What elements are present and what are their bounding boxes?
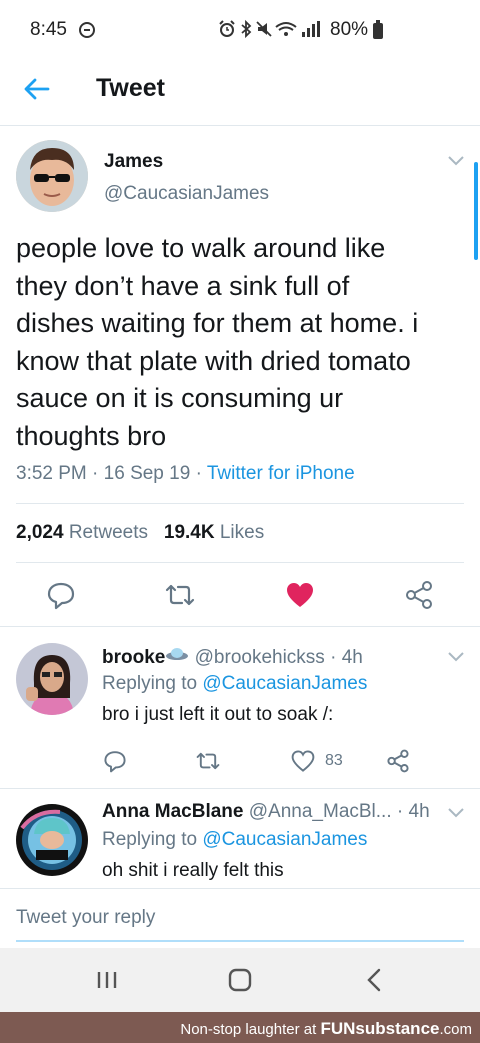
compose-underline — [16, 940, 464, 942]
reply-compose-input[interactable]: Tweet your reply — [16, 907, 155, 929]
system-back-button[interactable] — [357, 962, 393, 998]
home-icon — [228, 968, 252, 992]
tweet-timestamp: 3:52 PM · 16 Sep 19 · Twitter for iPhone — [16, 463, 355, 485]
tweet-stats: 2,024 Retweets 19.4K Likes — [16, 522, 264, 544]
back-chevron-icon — [367, 968, 381, 992]
divider — [16, 503, 464, 504]
replying-to-mention[interactable]: @CaucasianJames — [202, 673, 367, 694]
meta-separator: · — [195, 463, 202, 484]
tweet-options-button[interactable] — [447, 154, 465, 166]
tweet-text: people love to walk around like they don… — [16, 233, 419, 451]
retweet-count: 2,024 — [16, 522, 64, 543]
tweet-source-link[interactable]: Twitter for iPhone — [207, 463, 355, 484]
profile-photo — [16, 643, 88, 715]
tweet-time: 3:52 PM — [16, 463, 87, 484]
reply-button[interactable] — [46, 580, 76, 610]
reply-author-name[interactable]: brooke — [102, 647, 165, 668]
retweet-icon — [196, 752, 220, 770]
reply-avatar[interactable] — [16, 643, 88, 715]
reply-options-button[interactable] — [447, 650, 465, 662]
wifi-icon — [275, 22, 297, 36]
watermark-text: Non-stop laughter at — [180, 1021, 317, 1038]
recents-button[interactable] — [89, 962, 125, 998]
reply-button[interactable] — [103, 749, 127, 773]
page-title: Tweet — [96, 74, 165, 102]
reply-text: oh shit i really felt this — [102, 860, 284, 881]
ufo-emoji-icon — [165, 647, 189, 668]
share-button[interactable] — [404, 580, 434, 610]
share-button[interactable] — [386, 749, 410, 773]
back-button[interactable] — [22, 74, 52, 104]
watermark: Non-stop laughter at FUNsubstance.com — [180, 1019, 472, 1039]
replying-label: Replying to — [102, 829, 198, 850]
watermark-suffix: .com — [439, 1021, 472, 1038]
retweet-button[interactable] — [196, 749, 220, 773]
author-handle[interactable]: @CaucasianJames — [104, 183, 269, 205]
retweet-icon — [165, 584, 195, 606]
divider — [0, 888, 480, 889]
replying-to: Replying to @CaucasianJames — [102, 829, 367, 851]
status-icons — [218, 19, 322, 44]
divider — [16, 562, 464, 563]
reply-age: · 4h — [396, 801, 430, 822]
retweet-button[interactable] — [165, 580, 195, 610]
app-header: Tweet — [0, 50, 480, 126]
replying-label: Replying to — [102, 673, 198, 694]
profile-photo — [16, 804, 88, 876]
battery-icon — [373, 20, 383, 39]
system-nav-bar — [0, 948, 480, 1012]
share-icon — [406, 581, 432, 609]
replying-to-mention[interactable]: @CaucasianJames — [202, 829, 367, 850]
profile-photo — [16, 140, 88, 212]
heart-outline-icon — [291, 750, 315, 772]
reply-text: bro i just left it out to soak /: — [102, 704, 334, 725]
battery-percentage: 80% — [330, 19, 369, 40]
replying-to: Replying to @CaucasianJames — [102, 673, 367, 695]
reply-avatar[interactable] — [16, 804, 88, 876]
chevron-down-icon — [448, 808, 464, 818]
reply-author-handle[interactable]: @Anna_MacBl... — [249, 801, 392, 822]
reply-age: · 4h — [330, 647, 363, 668]
reply-options-button[interactable] — [447, 806, 465, 818]
share-icon — [387, 749, 409, 773]
alarm-icon — [219, 20, 235, 37]
avatar[interactable] — [16, 140, 88, 212]
reply-icon — [104, 751, 126, 773]
signal-icon — [302, 21, 320, 37]
meta-separator: · — [92, 463, 99, 484]
reply-author-name[interactable]: Anna MacBlane — [102, 801, 243, 822]
like-button[interactable] — [291, 749, 315, 773]
divider — [0, 788, 480, 789]
like-button[interactable] — [285, 580, 315, 610]
likes-stat[interactable]: 19.4K Likes — [164, 522, 264, 543]
retweets-stat[interactable]: 2,024 Retweets — [16, 522, 148, 543]
divider — [0, 626, 480, 627]
bluetooth-icon — [241, 19, 252, 39]
author-name[interactable]: James — [104, 151, 163, 173]
chevron-down-icon — [448, 156, 464, 166]
like-count: 19.4K — [163, 522, 215, 543]
scroll-indicator — [474, 162, 478, 260]
back-arrow-icon — [24, 78, 50, 100]
recents-icon — [97, 972, 117, 988]
chevron-down-icon — [448, 652, 464, 662]
reply-header: Anna MacBlane @Anna_MacBl... · 4h — [102, 801, 430, 823]
heart-filled-icon — [287, 583, 313, 607]
status-glyphs-icon — [219, 19, 320, 39]
like-label: Likes — [219, 522, 265, 543]
reply-author-handle[interactable]: @brookehickss — [195, 647, 325, 668]
status-time: 8:45 — [30, 19, 67, 40]
retweet-label: Retweets — [68, 522, 149, 543]
reply-like-count: 83 — [325, 752, 343, 769]
notification-circle-icon — [79, 22, 95, 38]
status-bar: 8:45 80% — [0, 0, 480, 50]
tweet-date: 16 Sep 19 — [103, 463, 191, 484]
watermark-brand: FUNsubstance — [320, 1019, 440, 1038]
mute-icon — [256, 21, 272, 37]
reply-icon — [47, 582, 75, 610]
reply-header: brooke @brookehickss · 4h — [102, 645, 363, 669]
home-button[interactable] — [222, 962, 258, 998]
watermark-bar: Non-stop laughter at FUNsubstance.com — [0, 1012, 480, 1043]
